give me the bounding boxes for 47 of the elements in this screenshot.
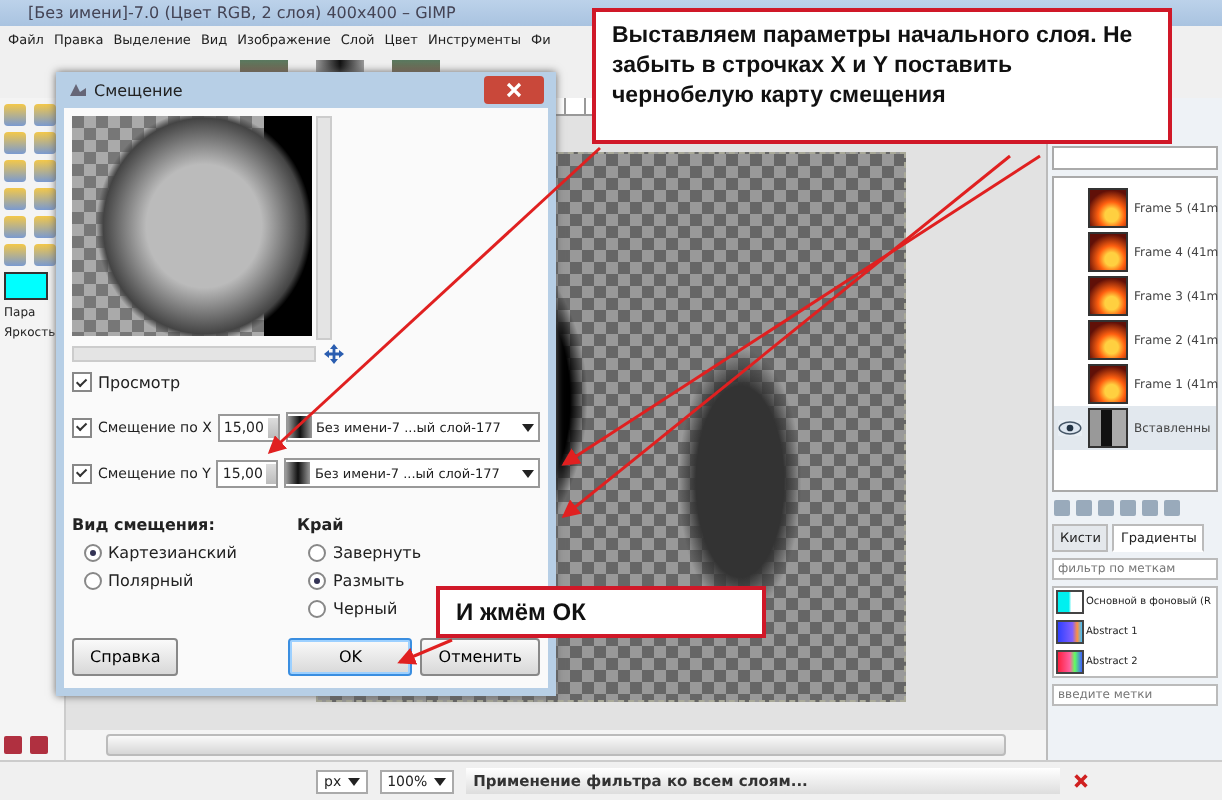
close-icon[interactable]: [484, 76, 544, 104]
layer-thumbnail: [1088, 320, 1128, 360]
callout-note: И жмём ОК: [436, 586, 766, 638]
layer-thumbnail: [1088, 408, 1128, 448]
tool-icon[interactable]: [34, 216, 56, 238]
dialog-title: Смещение: [94, 81, 183, 99]
ok-button[interactable]: OK: [288, 638, 413, 676]
group-title: Вид смещения:: [72, 516, 217, 534]
dialog-button[interactable]: Отменить: [420, 638, 540, 676]
foreground-color-swatch[interactable]: [4, 272, 48, 300]
gradient-swatch: [1056, 590, 1084, 614]
radio-option[interactable]: Картезианский: [72, 544, 237, 562]
gradient-swatch: [1056, 650, 1084, 674]
layer-thumbnail: [1088, 276, 1128, 316]
layer-thumbnail: [1088, 364, 1128, 404]
layer-thumbnail: [1088, 232, 1128, 272]
offset-checkbox[interactable]: [72, 417, 92, 437]
tool-icon[interactable]: [34, 244, 56, 266]
tool-icon[interactable]: [4, 244, 26, 266]
tool-icon[interactable]: [4, 216, 26, 238]
tool-icon[interactable]: [4, 132, 26, 154]
callout-note: Выставляем параметры начального слоя. Не забыть в строчках X и Y поставить чернобелую карту смещения: [592, 8, 1172, 144]
tool-icon[interactable]: [34, 132, 56, 154]
tool-icon[interactable]: [4, 188, 26, 210]
radio-option[interactable]: Размыть: [296, 572, 422, 590]
cancel-icon[interactable]: [1072, 772, 1090, 790]
dialog-button[interactable]: Справка: [72, 638, 179, 676]
tool-icon[interactable]: [34, 160, 56, 182]
scrollbar[interactable]: [316, 116, 332, 340]
radio-option[interactable]: Черный: [296, 600, 422, 618]
preview-checkbox[interactable]: Просмотр: [72, 372, 181, 392]
window-title: [Без имени]-7.0 (Цвет RGB, 2 слоя) 400x400 – GIMP: [28, 4, 456, 22]
layer-thumbnail: [1088, 188, 1128, 228]
move-icon[interactable]: [324, 344, 344, 364]
group-title: Край: [296, 516, 346, 534]
scrollbar[interactable]: [106, 734, 1006, 756]
tool-icon[interactable]: [4, 104, 26, 126]
eye-icon[interactable]: [1058, 421, 1082, 435]
tool-icon[interactable]: [34, 188, 56, 210]
gradient-swatch: [1056, 620, 1084, 644]
offset-checkbox[interactable]: [72, 463, 92, 483]
radio-option[interactable]: Завернуть: [296, 544, 422, 562]
mode-dropdown[interactable]: [1052, 146, 1218, 170]
scrollbar[interactable]: [72, 346, 316, 362]
tool-icon[interactable]: [4, 160, 26, 182]
tool-icon[interactable]: [34, 104, 56, 126]
radio-option[interactable]: Полярный: [72, 572, 237, 590]
